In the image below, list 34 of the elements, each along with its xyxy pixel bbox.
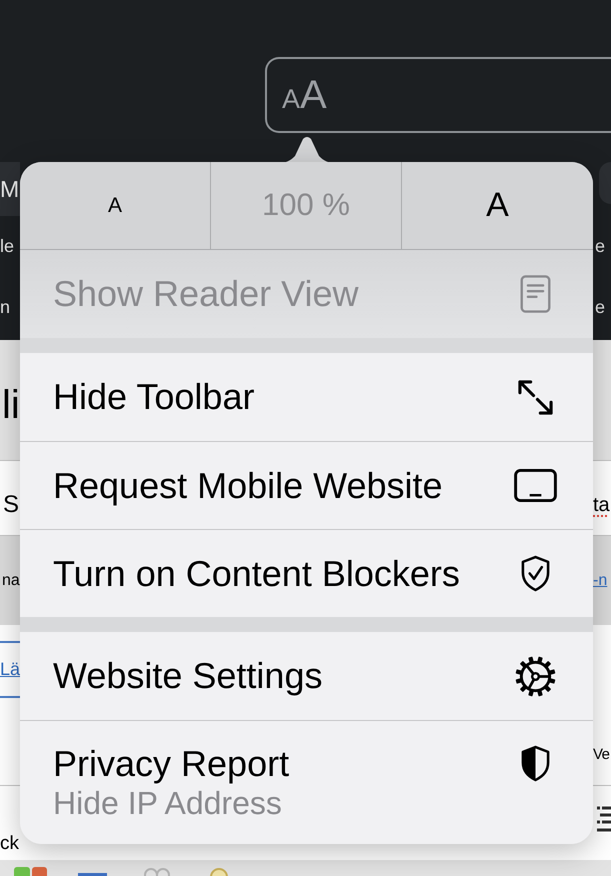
browser-tab[interactable]: M — [0, 162, 20, 216]
page-text: S — [2, 490, 20, 520]
shield-check-icon — [520, 555, 550, 592]
bulb-icon[interactable] — [210, 867, 228, 876]
page-text: e — [594, 296, 606, 319]
text-size-increase-button[interactable]: A — [402, 162, 593, 249]
page-text: li — [1, 385, 20, 425]
menu-item-subtitle: Hide IP Address — [53, 784, 283, 822]
page-link[interactable]: Lä — [0, 656, 20, 682]
menu-item[interactable]: Turn on Content Blockers — [20, 529, 593, 617]
page-text: ck — [0, 832, 19, 856]
page-text: e — [594, 235, 606, 258]
document-icon — [520, 275, 550, 313]
menu-item[interactable]: Request Mobile Website — [20, 441, 593, 529]
menu-item[interactable]: Privacy Report Hide IP Address — [20, 720, 593, 844]
page-text: Ve — [593, 744, 610, 765]
people-icon[interactable] — [142, 867, 172, 876]
expand-arrows-icon — [516, 378, 554, 416]
format-button[interactable]: AA — [282, 75, 327, 115]
page-text: le — [0, 235, 14, 258]
tablet-icon — [514, 469, 556, 502]
misspelled-word: ta — [593, 493, 610, 518]
page-text: n — [0, 296, 10, 319]
window-icon[interactable] — [78, 873, 107, 876]
menu-item[interactable]: Website Settings — [20, 632, 593, 720]
menu-item[interactable]: Hide Toolbar — [20, 353, 593, 441]
list-icon[interactable] — [596, 805, 611, 833]
text-size-decrease-button[interactable]: A — [20, 162, 211, 249]
tiles-icon[interactable] — [14, 867, 47, 876]
address-field[interactable]: AA — [265, 57, 611, 133]
page-text: na — [1, 570, 20, 590]
page-link[interactable]: -n — [593, 568, 608, 592]
gear-icon — [514, 654, 556, 698]
half-shield-icon — [520, 745, 550, 782]
